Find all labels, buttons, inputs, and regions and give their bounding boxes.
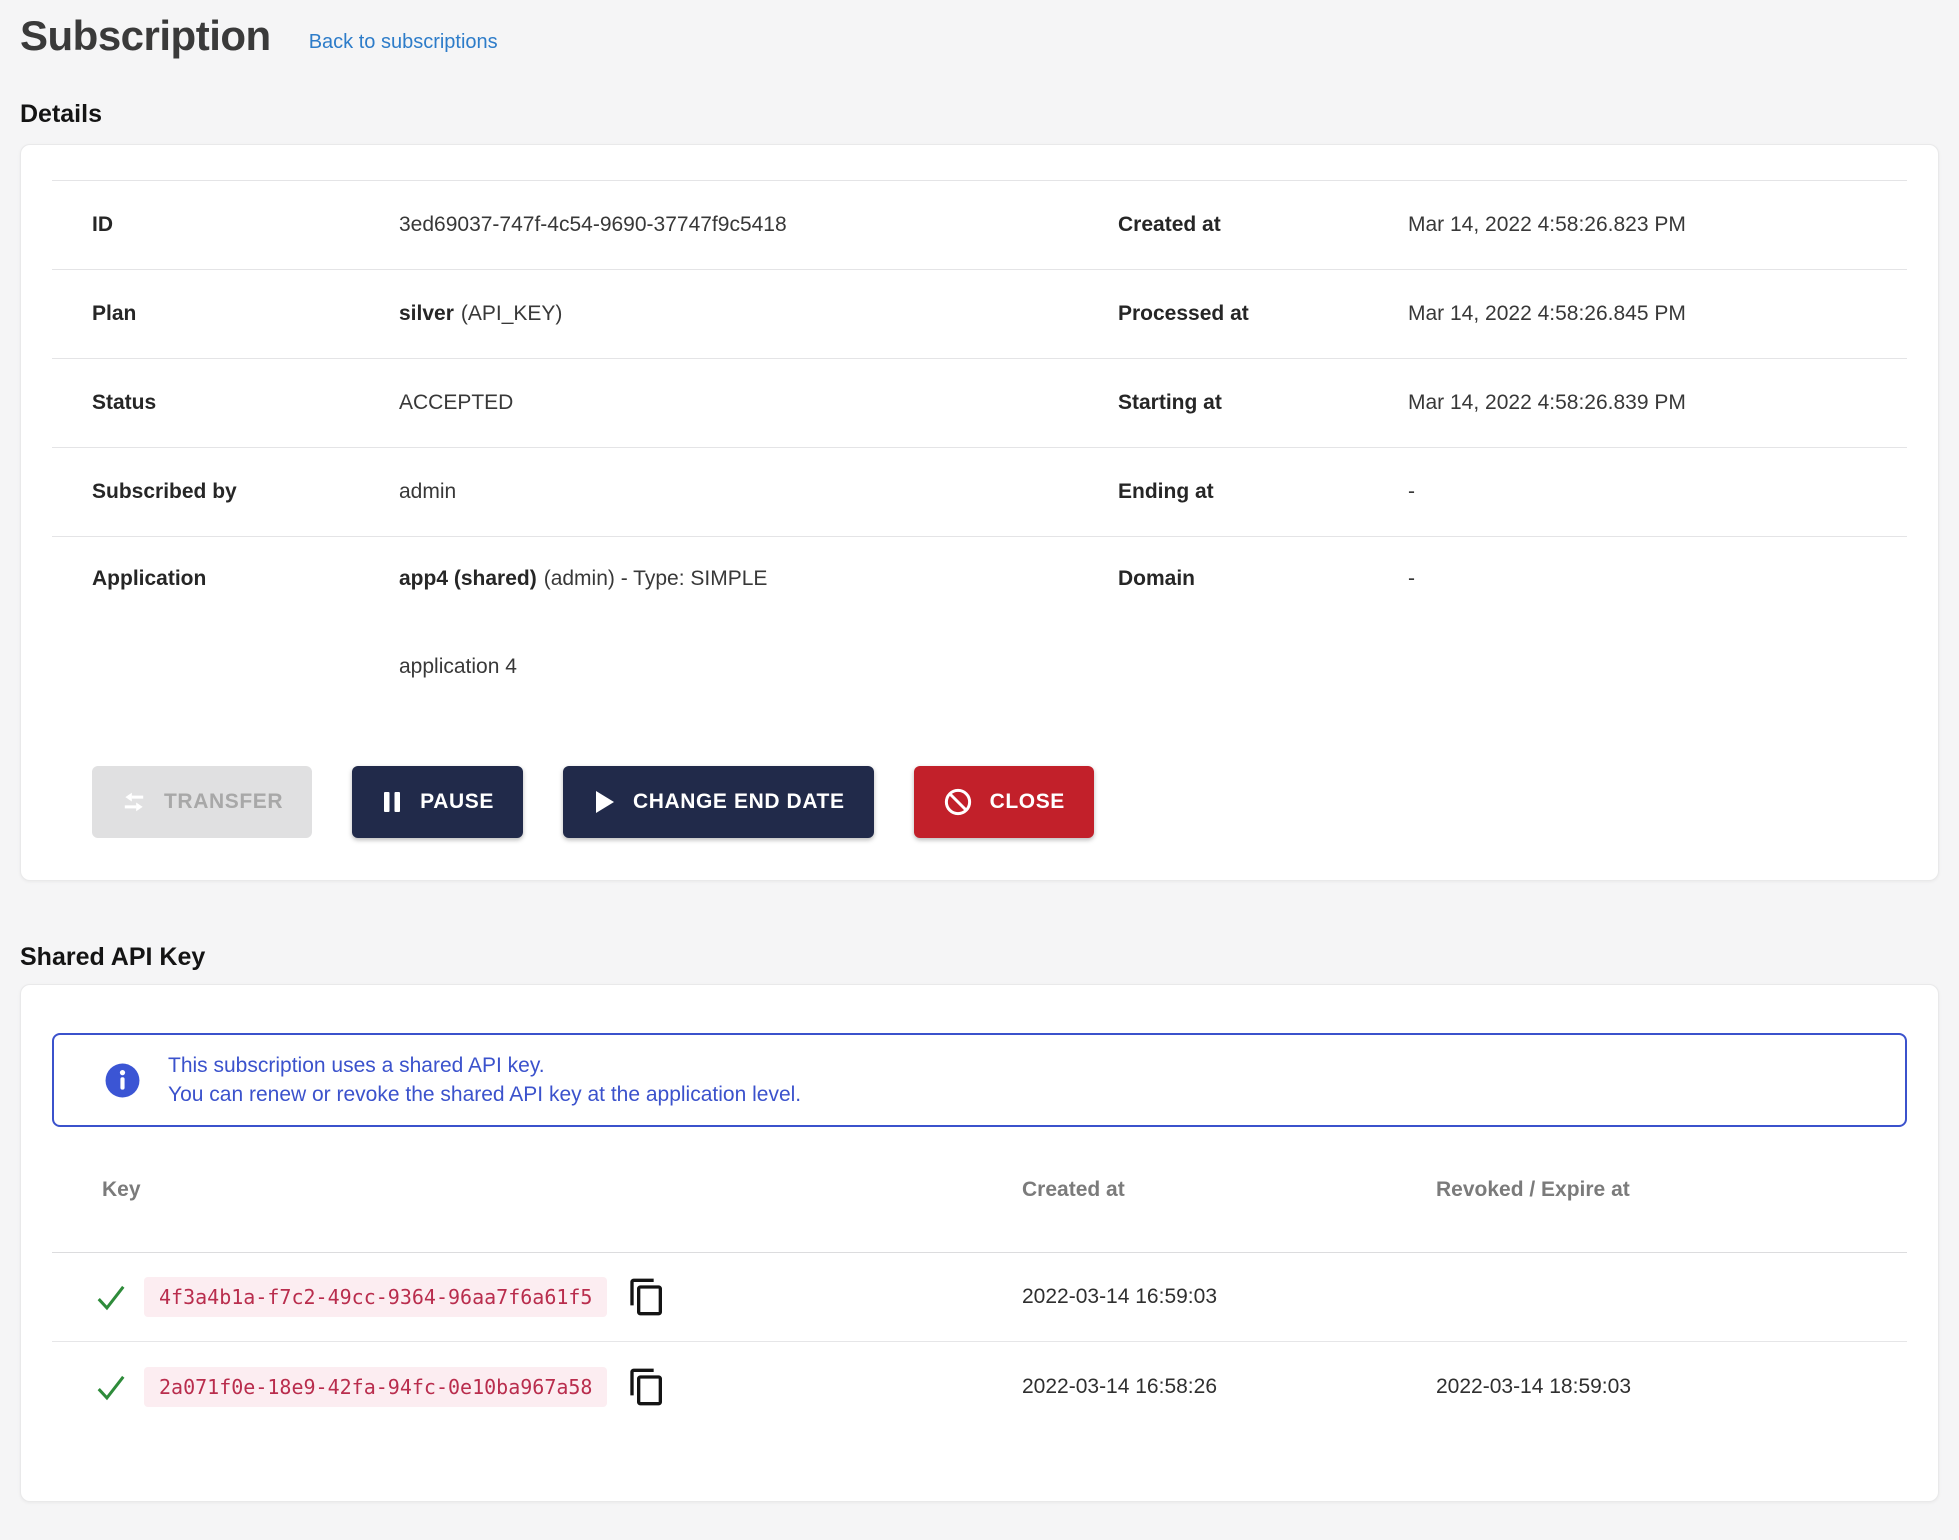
application-label: Application [92, 567, 399, 591]
shared-api-key-section-title: Shared API Key [20, 943, 1939, 972]
pause-button[interactable]: PAUSE [352, 766, 523, 838]
key-table-header: Key Created at Revoked / Expire at [52, 1127, 1907, 1253]
key-created-at: 2022-03-14 16:58:26 [1022, 1375, 1436, 1399]
application-description: application 4 [399, 655, 1118, 679]
application-line1: app4 (shared) (admin) - Type: SIMPLE [399, 567, 1118, 591]
plan-name: silver [399, 302, 454, 325]
key-table-row: 4f3a4b1a-f7c2-49cc-9364-96aa7f6a61f5 202… [52, 1253, 1907, 1342]
valid-check-icon [94, 1282, 128, 1312]
back-to-subscriptions-link[interactable]: Back to subscriptions [309, 31, 498, 54]
processed-at-label: Processed at [1118, 302, 1408, 326]
info-icon [104, 1062, 141, 1099]
plan-suffix: (API_KEY) [461, 302, 563, 325]
processed-at-value: Mar 14, 2022 4:58:26.845 PM [1408, 302, 1907, 326]
shared-api-key-card: This subscription uses a shared API key.… [20, 984, 1939, 1502]
api-key-value: 2a071f0e-18e9-42fa-94fc-0e10ba967a58 [144, 1367, 607, 1407]
key-created-at: 2022-03-14 16:59:03 [1022, 1285, 1436, 1309]
application-name: app4 (shared) [399, 567, 537, 590]
page-header: Subscription Back to subscriptions [20, 12, 1939, 60]
alert-line1: This subscription uses a shared API key. [168, 1051, 801, 1080]
domain-label: Domain [1118, 567, 1408, 591]
alert-line2: You can renew or revoke the shared API k… [168, 1080, 801, 1109]
application-value: app4 (shared) (admin) - Type: SIMPLE appl… [399, 567, 1118, 679]
ending-at-value: - [1408, 480, 1907, 504]
shared-key-info-alert: This subscription uses a shared API key.… [52, 1033, 1907, 1127]
transfer-button-label: TRANSFER [164, 790, 283, 814]
created-at-value: Mar 14, 2022 4:58:26.823 PM [1408, 213, 1907, 237]
page-title: Subscription [20, 12, 271, 60]
subscribed-by-value: admin [399, 480, 1118, 504]
created-column-header: Created at [1022, 1178, 1436, 1202]
plan-label: Plan [92, 302, 399, 326]
close-button-label: CLOSE [990, 790, 1065, 814]
detail-row-id: ID 3ed69037-747f-4c54-9690-37747f9c5418 … [52, 180, 1907, 269]
action-buttons: TRANSFER PAUSE CHANGE END DATE [92, 766, 1907, 838]
details-section-title: Details [20, 100, 1939, 129]
api-key-value: 4f3a4b1a-f7c2-49cc-9364-96aa7f6a61f5 [144, 1277, 607, 1317]
close-button[interactable]: CLOSE [914, 766, 1094, 838]
plan-value: silver (API_KEY) [399, 302, 1118, 326]
pause-button-label: PAUSE [420, 790, 494, 814]
starting-at-label: Starting at [1118, 391, 1408, 415]
key-table-row: 2a071f0e-18e9-42fa-94fc-0e10ba967a58 202… [52, 1342, 1907, 1431]
details-card: ID 3ed69037-747f-4c54-9690-37747f9c5418 … [20, 144, 1939, 881]
domain-value: - [1408, 567, 1907, 591]
application-suffix: (admin) - Type: SIMPLE [544, 567, 768, 590]
starting-at-value: Mar 14, 2022 4:58:26.839 PM [1408, 391, 1907, 415]
transfer-icon [121, 789, 147, 815]
copy-key-button[interactable] [625, 1365, 669, 1409]
change-end-date-button[interactable]: CHANGE END DATE [563, 766, 874, 838]
transfer-button[interactable]: TRANSFER [92, 766, 312, 838]
created-at-label: Created at [1118, 213, 1408, 237]
alert-text: This subscription uses a shared API key.… [168, 1051, 801, 1109]
detail-row-status: Status ACCEPTED Starting at Mar 14, 2022… [52, 358, 1907, 447]
detail-row-application: Application app4 (shared) (admin) - Type:… [52, 536, 1907, 732]
change-end-date-button-label: CHANGE END DATE [633, 790, 845, 814]
id-value: 3ed69037-747f-4c54-9690-37747f9c5418 [399, 213, 1118, 237]
valid-check-icon [94, 1372, 128, 1402]
pause-icon [381, 790, 403, 814]
status-value: ACCEPTED [399, 391, 1118, 415]
ending-at-label: Ending at [1118, 480, 1408, 504]
detail-row-subscribed-by: Subscribed by admin Ending at - [52, 447, 1907, 536]
subscribed-by-label: Subscribed by [92, 480, 399, 504]
key-column-header: Key [52, 1178, 1022, 1202]
block-icon [943, 787, 973, 817]
revoked-column-header: Revoked / Expire at [1436, 1178, 1907, 1202]
key-revoked-at: 2022-03-14 18:59:03 [1436, 1375, 1907, 1399]
detail-row-plan: Plan silver (API_KEY) Processed at Mar 14… [52, 269, 1907, 358]
id-label: ID [92, 213, 399, 237]
play-icon [592, 789, 616, 815]
copy-key-button[interactable] [625, 1275, 669, 1319]
subscription-page: Subscription Back to subscriptions Detai… [0, 0, 1959, 1502]
status-label: Status [92, 391, 399, 415]
